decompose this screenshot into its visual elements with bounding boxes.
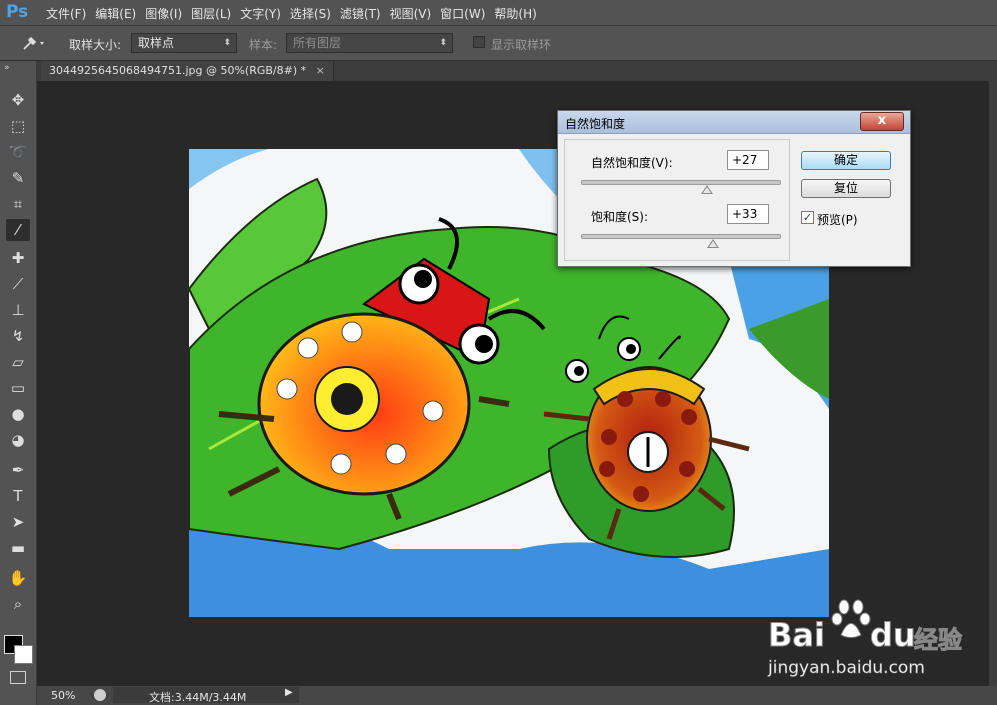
select-arrows-icon: ⬍: [439, 38, 447, 48]
move-tool-icon[interactable]: ✥: [6, 89, 30, 111]
vibrance-dialog: 自然饱和度 x 自然饱和度(V): +27 饱和度(S): +33 确定 复位 …: [557, 110, 911, 267]
show-ring-label: 显示取样环: [491, 38, 552, 52]
sample-label: 样本:: [249, 38, 278, 52]
close-tab-icon[interactable]: ×: [316, 64, 325, 77]
eyedropper-tool-icon[interactable]: ⁄: [6, 219, 30, 241]
dialog-title: 自然饱和度: [565, 117, 626, 131]
crop-tool-icon[interactable]: ⌗: [6, 193, 30, 215]
panel-collapse-icon[interactable]: »: [4, 63, 10, 73]
sample-select[interactable]: 所有图层 ⬍: [286, 33, 453, 53]
history-brush-icon[interactable]: ↯: [6, 325, 30, 347]
status-bar: 50% 文档:3.44M/3.44M ▶: [37, 686, 997, 705]
saturation-label: 饱和度(S):: [591, 210, 649, 224]
baidu-site-cn: 经验: [914, 626, 963, 655]
sample-size-label: 取样大小:: [69, 38, 122, 52]
status-menu-arrow-icon[interactable]: ▶: [285, 687, 293, 698]
menu-list: 文件(F) 编辑(E) 图像(I) 图层(L) 文字(Y) 选择(S) 滤镜(T…: [46, 5, 537, 22]
saturation-slider-thumb[interactable]: [706, 239, 719, 248]
vibrance-slider-thumb[interactable]: [700, 185, 713, 194]
menu-layer[interactable]: 图层(L): [191, 5, 231, 22]
vibrance-controls-panel: 自然饱和度(V): +27 饱和度(S): +33: [564, 139, 790, 261]
dodge-tool-icon[interactable]: ◕: [6, 429, 30, 451]
menu-type[interactable]: 文字(Y): [240, 5, 281, 22]
path-select-icon[interactable]: ➤: [6, 511, 30, 533]
sample-value: 所有图层: [293, 36, 342, 50]
preview-checkbox[interactable]: ✓: [801, 211, 814, 224]
background-color-swatch[interactable]: [14, 645, 33, 664]
eraser-tool-icon[interactable]: ▱: [6, 351, 30, 373]
zoom-tool-icon[interactable]: ⌕: [6, 593, 30, 615]
menu-window[interactable]: 窗口(W): [440, 5, 485, 22]
close-icon[interactable]: x: [860, 112, 904, 131]
brush-tool-icon[interactable]: ⟋: [6, 273, 30, 295]
menu-image[interactable]: 图像(I): [145, 5, 182, 22]
saturation-slider-track[interactable]: [581, 234, 781, 239]
lasso-tool-icon[interactable]: ➰: [6, 141, 30, 163]
menu-file[interactable]: 文件(F): [46, 5, 86, 22]
vibrance-slider-track[interactable]: [581, 180, 781, 185]
gradient-tool-icon[interactable]: ▭: [6, 377, 30, 399]
sample-size-value: 取样点: [138, 36, 175, 50]
baidu-brand: Bai: [768, 616, 826, 655]
zoom-level[interactable]: 50%: [51, 689, 75, 702]
rectangle-tool-icon[interactable]: ▬: [6, 537, 30, 559]
document-tabs: 3044925645068494751.jpg @ 50%(RGB/8#) * …: [37, 61, 997, 81]
quick-select-icon[interactable]: ✎: [6, 167, 30, 189]
ok-button[interactable]: 确定: [801, 151, 891, 170]
select-arrows-icon: ⬍: [223, 38, 231, 48]
canvas-vertical-scrollbar[interactable]: [989, 81, 997, 686]
type-tool-icon[interactable]: T: [6, 485, 30, 507]
eyedropper-icon[interactable]: [20, 33, 48, 53]
saturation-input[interactable]: +33: [727, 204, 769, 224]
tools-panel: » ✥ ⬚ ➰ ✎ ⌗ ⁄ ✚ ⟋ ⊥ ↯ ▱ ▭ ● ◕ ✒ T ➤ ▬ ✋ …: [0, 61, 37, 705]
menu-help[interactable]: 帮助(H): [494, 5, 536, 22]
sample-size-select[interactable]: 取样点 ⬍: [131, 33, 237, 53]
options-bar: 取样大小: 取样点 ⬍ 样本: 所有图层 ⬍ 显示取样环: [0, 26, 997, 61]
menu-bar: Ps 文件(F) 编辑(E) 图像(I) 图层(L) 文字(Y) 选择(S) 滤…: [0, 0, 997, 26]
blur-tool-icon[interactable]: ●: [6, 403, 30, 425]
photoshop-logo: Ps: [6, 2, 29, 22]
menu-edit[interactable]: 编辑(E): [95, 5, 136, 22]
healing-brush-icon[interactable]: ✚: [6, 247, 30, 269]
menu-view[interactable]: 视图(V): [390, 5, 432, 22]
pen-tool-icon[interactable]: ✒: [6, 459, 30, 481]
document-tab[interactable]: 3044925645068494751.jpg @ 50%(RGB/8#) * …: [41, 61, 334, 81]
doc-info: 文档:3.44M/3.44M: [149, 691, 247, 704]
quick-mask-icon[interactable]: [10, 671, 26, 684]
vibrance-label: 自然饱和度(V):: [591, 156, 673, 170]
marquee-tool-icon[interactable]: ⬚: [6, 115, 30, 137]
preview-label: 预览(P): [817, 213, 858, 227]
hand-tool-icon[interactable]: ✋: [6, 567, 30, 589]
show-ring-checkbox[interactable]: [473, 36, 485, 48]
doc-info-box: 文档:3.44M/3.44M: [113, 687, 299, 704]
vibrance-input[interactable]: +27: [727, 150, 769, 170]
menu-select[interactable]: 选择(S): [290, 5, 331, 22]
menu-filter[interactable]: 滤镜(T): [340, 5, 381, 22]
baidu-jingyan-watermark: Bai du 经验 jingyan.baidu.com: [768, 598, 968, 684]
mini-bridge-icon[interactable]: [94, 689, 106, 701]
reset-button[interactable]: 复位: [801, 179, 891, 198]
baidu-brand-suffix: du: [870, 616, 917, 655]
dialog-title-bar[interactable]: 自然饱和度 x: [558, 111, 910, 134]
baidu-url: jingyan.baidu.com: [768, 658, 925, 679]
document-tab-title: 3044925645068494751.jpg @ 50%(RGB/8#) *: [49, 64, 307, 77]
clone-stamp-icon[interactable]: ⊥: [6, 299, 30, 321]
